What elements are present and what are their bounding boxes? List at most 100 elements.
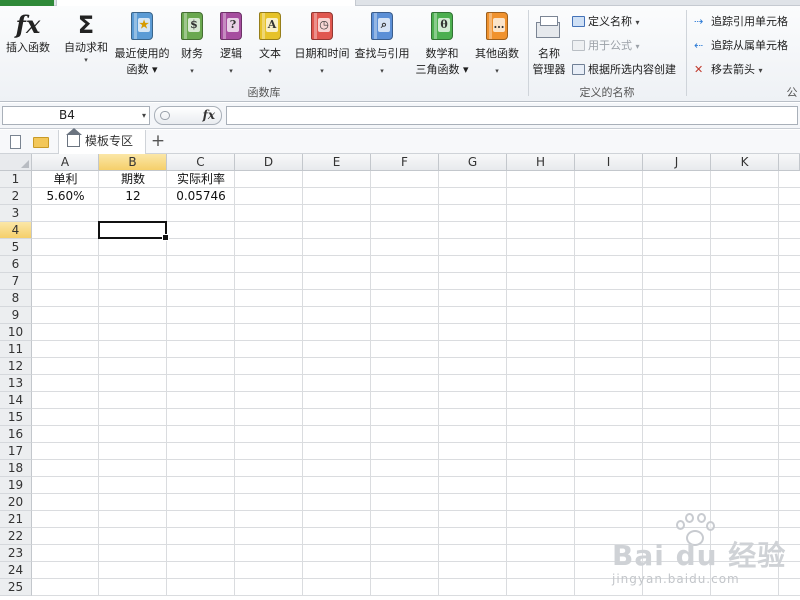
fx-icon: fx [15, 10, 41, 39]
remove-arrows-button[interactable]: ✕ 移去箭头 ▾ [694, 63, 763, 78]
row-header-5[interactable]: 5 [0, 239, 32, 256]
cell-c2[interactable]: 0.05746 [167, 188, 235, 205]
column-gridline [438, 171, 439, 596]
name-manager-button[interactable]: 名称 管理器 [530, 10, 568, 84]
row-header-1[interactable]: 1 [0, 171, 32, 188]
row-header-7[interactable]: 7 [0, 273, 32, 290]
insert-function-label: 插入函数 [6, 41, 50, 54]
column-header-c[interactable]: C [167, 154, 235, 171]
row-header-13[interactable]: 13 [0, 375, 32, 392]
define-name-dropdown-icon: ▾ [635, 18, 640, 27]
use-in-formula-button[interactable]: 用于公式 ▾ [572, 39, 640, 54]
autosum-label: 自动求和 [64, 41, 108, 54]
text-dropdown-arrow: ▾ [268, 67, 272, 75]
row-header-4[interactable]: 4 [0, 222, 32, 239]
logic-button[interactable]: ? 逻辑 ▾ [214, 10, 248, 84]
recently-used-button[interactable]: ★ 最近使用的 函数 ▾ [112, 10, 172, 84]
select-all-corner[interactable] [0, 154, 32, 171]
lookup-dropdown-arrow: ▾ [380, 67, 384, 75]
row-header-14[interactable]: 14 [0, 392, 32, 409]
column-gridline [234, 171, 235, 596]
document-tab-bar: 模板专区 + [0, 128, 800, 154]
row-header-22[interactable]: 22 [0, 528, 32, 545]
column-header-filler [779, 154, 800, 171]
cell-b1[interactable]: 期数 [99, 171, 167, 188]
row-header-11[interactable]: 11 [0, 341, 32, 358]
name-box[interactable]: B4 ▾ [2, 106, 150, 125]
finance-button[interactable]: $ 财务 ▾ [175, 10, 209, 84]
column-header-f[interactable]: F [371, 154, 439, 171]
row-header-23[interactable]: 23 [0, 545, 32, 562]
row-header-25[interactable]: 25 [0, 579, 32, 596]
row-header-21[interactable]: 21 [0, 511, 32, 528]
add-tab-button[interactable]: + [148, 130, 168, 154]
row-header-18[interactable]: 18 [0, 460, 32, 477]
baidu-jingyan-watermark: Bai du 经验 jingyan.baidu.com [612, 512, 798, 598]
row-gridline [32, 476, 800, 477]
math-trig-button[interactable]: θ 数学和 三角函数 ▾ [413, 10, 471, 84]
remove-arrows-label: 移去箭头 [711, 63, 755, 76]
column-header-j[interactable]: J [643, 154, 711, 171]
row-header-17[interactable]: 17 [0, 443, 32, 460]
open-folder-icon[interactable] [33, 137, 49, 148]
formula-bar-toggle-icon[interactable] [160, 111, 170, 120]
row-gridline [32, 255, 800, 256]
formula-input[interactable] [226, 106, 798, 125]
trace-dependents-button[interactable]: ⇠ 追踪从属单元格 [694, 39, 788, 53]
lookup-reference-button[interactable]: ⌕ 查找与引用 ▾ [353, 10, 411, 84]
row-header-2[interactable]: 2 [0, 188, 32, 205]
insert-function-fx-button[interactable]: fx [203, 107, 215, 124]
lookup-reference-label: 查找与引用 [354, 47, 410, 60]
more-functions-label: 其他函数 [475, 47, 519, 60]
row-gridline [32, 391, 800, 392]
math-trig-label-2: 三角函数 ▾ [415, 63, 469, 76]
column-header-k[interactable]: K [711, 154, 779, 171]
cell-a1[interactable]: 单利 [32, 171, 99, 188]
row-header-16[interactable]: 16 [0, 426, 32, 443]
row-header-9[interactable]: 9 [0, 307, 32, 324]
datetime-button[interactable]: ◷ 日期和时间 ▾ [291, 10, 353, 84]
row-gridline [32, 289, 800, 290]
column-header-d[interactable]: D [235, 154, 303, 171]
column-gridline [574, 171, 575, 596]
autosum-button[interactable]: Σ 自动求和 ▾ [60, 10, 112, 65]
row-header-3[interactable]: 3 [0, 205, 32, 222]
row-header-10[interactable]: 10 [0, 324, 32, 341]
finance-dropdown-arrow: ▾ [190, 67, 194, 75]
tab-template-zone[interactable]: 模板专区 [58, 128, 146, 154]
cell-a2[interactable]: 5.60% [32, 188, 99, 205]
row-gridline [32, 408, 800, 409]
logic-dropdown-arrow: ▾ [229, 67, 233, 75]
column-header-a[interactable]: A [32, 154, 99, 171]
column-header-i[interactable]: I [575, 154, 643, 171]
column-header-g[interactable]: G [439, 154, 507, 171]
recently-used-label-2: 函数 ▾ [126, 63, 158, 76]
create-from-selection-button[interactable]: 根据所选内容创建 [572, 63, 676, 77]
column-header-h[interactable]: H [507, 154, 575, 171]
row-header-19[interactable]: 19 [0, 477, 32, 494]
new-document-icon[interactable] [10, 135, 21, 149]
trace-precedents-button[interactable]: ⇢ 追踪引用单元格 [694, 15, 788, 29]
column-header-b[interactable]: B [99, 154, 167, 171]
text-book-icon: A [259, 12, 281, 40]
math-trig-label: 数学和 [425, 47, 459, 60]
row-header-12[interactable]: 12 [0, 358, 32, 375]
define-name-button[interactable]: 定义名称 ▾ [572, 15, 640, 30]
name-manager-icon [536, 16, 562, 40]
row-header-15[interactable]: 15 [0, 409, 32, 426]
create-from-selection-icon [572, 64, 585, 75]
active-cell-selection[interactable] [98, 221, 169, 241]
trace-precedents-label: 追踪引用单元格 [711, 15, 788, 28]
row-header-6[interactable]: 6 [0, 256, 32, 273]
text-button[interactable]: A 文本 ▾ [253, 10, 287, 84]
row-header-8[interactable]: 8 [0, 290, 32, 307]
cell-b2[interactable]: 12 [99, 188, 167, 205]
row-header-20[interactable]: 20 [0, 494, 32, 511]
recently-used-label: 最近使用的 [114, 47, 170, 60]
row-header-24[interactable]: 24 [0, 562, 32, 579]
column-header-e[interactable]: E [303, 154, 371, 171]
insert-function-button[interactable]: fx 插入函数 [2, 10, 54, 55]
more-functions-button[interactable]: … 其他函数 ▾ [471, 10, 523, 84]
name-box-dropdown-icon[interactable]: ▾ [142, 107, 146, 124]
cell-c1[interactable]: 实际利率 [167, 171, 235, 188]
